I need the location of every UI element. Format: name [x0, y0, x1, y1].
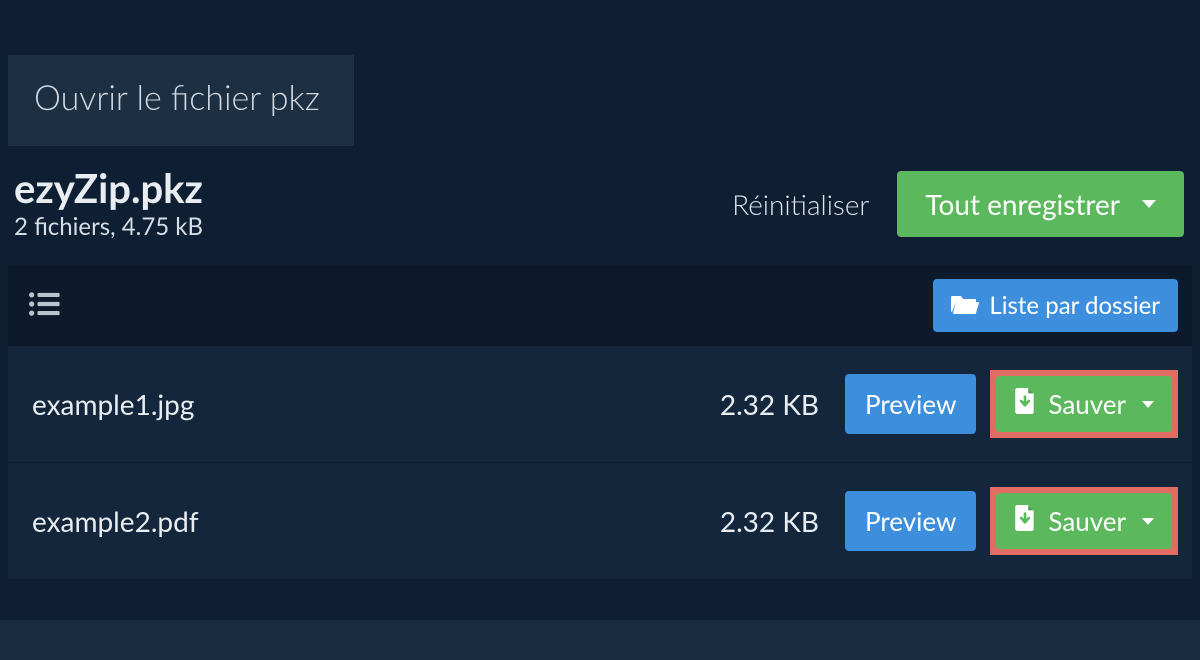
file-download-icon [1014, 388, 1036, 420]
file-name: example2.pdf [32, 504, 695, 538]
file-download-icon [1014, 505, 1036, 537]
save-label: Sauver [1048, 388, 1126, 420]
file-table: Liste par dossier example1.jpg2.32 KBPre… [8, 265, 1192, 580]
table-row: example1.jpg2.32 KBPreview Sauver [8, 346, 1192, 463]
caret-down-icon [1142, 518, 1154, 525]
save-button-highlight: Sauver [990, 370, 1178, 438]
list-by-folder-label: Liste par dossier [989, 291, 1160, 320]
save-button[interactable]: Sauver [996, 493, 1172, 549]
bottom-bar [0, 620, 1200, 660]
file-header: ezyZip.pkz 2 fichiers, 4.75 kB Réinitial… [0, 146, 1200, 265]
save-button-highlight: Sauver [990, 487, 1178, 555]
caret-down-icon [1142, 401, 1154, 408]
folder-open-icon [951, 291, 979, 320]
table-row: example2.pdf2.32 KBPreview Sauver [8, 463, 1192, 580]
save-all-label: Tout enregistrer [925, 187, 1120, 221]
reset-link[interactable]: Réinitialiser [732, 187, 869, 221]
archive-fileinfo: 2 fichiers, 4.75 kB [14, 212, 203, 241]
save-button[interactable]: Sauver [996, 376, 1172, 432]
caret-down-icon [1142, 200, 1156, 208]
archive-filename: ezyZip.pkz [14, 166, 203, 210]
save-label: Sauver [1048, 505, 1126, 537]
tab-open-file[interactable]: Ouvrir le fichier pkz [8, 55, 354, 146]
list-by-folder-button[interactable]: Liste par dossier [933, 279, 1178, 332]
list-icon[interactable] [28, 291, 60, 321]
file-size: 2.32 KB [695, 387, 845, 421]
file-size: 2.32 KB [695, 504, 845, 538]
file-name: example1.jpg [32, 387, 695, 421]
preview-button[interactable]: Preview [845, 491, 976, 551]
tab-label: Ouvrir le fichier pkz [34, 77, 320, 118]
preview-button[interactable]: Preview [845, 374, 976, 434]
save-all-button[interactable]: Tout enregistrer [897, 171, 1184, 237]
